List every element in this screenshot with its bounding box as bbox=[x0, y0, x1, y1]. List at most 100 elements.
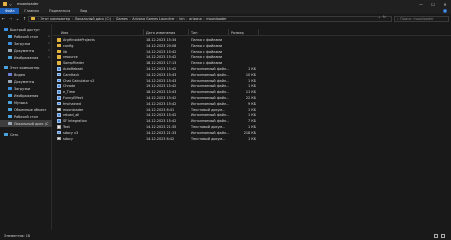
back-button[interactable]: ← bbox=[0, 14, 7, 23]
download-icon bbox=[8, 86, 12, 91]
quick-access-toolbar-chevron-icon[interactable] bbox=[9, 2, 12, 6]
sidebar-item[interactable]: Изображения ✦ bbox=[0, 54, 52, 61]
breadcrumb-moonloader[interactable]: moonloader bbox=[206, 17, 226, 21]
column-size[interactable]: Размер bbox=[231, 31, 244, 35]
address-tools: ⌄ ↻ bbox=[378, 14, 386, 20]
sidebar-item[interactable]: Видео bbox=[0, 71, 52, 78]
file-type: Исполняемый файл... bbox=[191, 72, 230, 77]
file-type: Исполняемый файл... bbox=[191, 101, 230, 106]
breadcrumb-drive-c[interactable]: Локальный диск (C:) bbox=[75, 17, 112, 21]
sidebar-item[interactable]: Рабочий стол bbox=[0, 113, 52, 120]
file-type: Исполняемый файл... bbox=[191, 96, 230, 100]
sidebar-item-label: Изображения bbox=[14, 93, 39, 98]
file-type: Исполняемый файл... bbox=[191, 113, 230, 118]
script-file-icon bbox=[57, 119, 62, 123]
file-size: 1 КБ bbox=[248, 67, 256, 71]
pin-icon: ✦ bbox=[47, 35, 50, 38]
sidebar-item[interactable]: Изображения bbox=[0, 92, 52, 99]
close-button[interactable]: ✕ bbox=[439, 0, 451, 8]
script-file-icon bbox=[57, 113, 62, 117]
forward-button[interactable]: → bbox=[7, 14, 14, 23]
column-divider[interactable] bbox=[258, 29, 259, 35]
column-name[interactable]: Имя bbox=[61, 31, 68, 35]
column-divider[interactable] bbox=[188, 29, 189, 35]
large-icons-view-icon[interactable] bbox=[441, 234, 445, 238]
chevron-right-icon[interactable]: › bbox=[38, 17, 39, 21]
sidebar-item[interactable]: Документы bbox=[0, 78, 52, 85]
column-type[interactable]: Тип bbox=[191, 31, 198, 35]
download-icon bbox=[8, 41, 12, 46]
sidebar-item[interactable]: Быстрый доступ bbox=[0, 26, 52, 33]
details-view-icon[interactable] bbox=[434, 234, 438, 238]
search-input[interactable]: ⌕ Поиск: moonloader bbox=[394, 15, 449, 22]
sidebar-item[interactable]: Этот компьютер bbox=[0, 64, 52, 71]
column-divider[interactable] bbox=[228, 29, 229, 35]
file-name: SF Integration bbox=[63, 119, 87, 124]
dropdown-chevron-icon[interactable]: ⌄ bbox=[378, 15, 381, 19]
title-bar: moonloader — ☐ ✕ bbox=[0, 0, 451, 8]
sidebar-item-label: Рабочий стол bbox=[14, 34, 38, 39]
file-name: sdocy bbox=[63, 136, 73, 141]
file-type: Папка с файлами bbox=[191, 55, 223, 60]
folder-icon bbox=[57, 55, 62, 59]
pin-icon: ✦ bbox=[47, 49, 50, 52]
minimize-button[interactable]: — bbox=[415, 0, 427, 8]
file-date: 14.12.2023 8:41 bbox=[146, 107, 175, 112]
up-button[interactable]: ↑ bbox=[21, 14, 28, 23]
file-size: 1 КБ bbox=[248, 84, 256, 89]
sidebar-item-label: Объемные объект bbox=[14, 107, 47, 112]
search-icon: ⌕ bbox=[397, 16, 399, 21]
sidebar-item-label: Локальный диск (C bbox=[14, 121, 49, 126]
sidebar-item[interactable]: Загрузки bbox=[0, 85, 52, 92]
breadcrumb-this-pc[interactable]: Этот компьютер bbox=[41, 17, 70, 21]
refresh-icon[interactable]: ↻ bbox=[383, 15, 386, 19]
computer-icon bbox=[4, 65, 8, 70]
folder-icon bbox=[57, 61, 62, 65]
maximize-button[interactable]: ☐ bbox=[427, 0, 439, 8]
script-file-icon bbox=[57, 78, 62, 83]
documents-icon bbox=[8, 48, 12, 53]
address-bar[interactable]: › Этот компьютер › Локальный диск (C:) ›… bbox=[28, 15, 392, 22]
chevron-right-icon[interactable]: › bbox=[203, 17, 204, 21]
navigation-pane: Быстрый доступ Рабочий стол ✦ Загрузки ✦ Доку… bbox=[0, 24, 52, 230]
recent-locations-chevron-icon[interactable]: ⌄ bbox=[14, 14, 21, 23]
pin-icon: ✦ bbox=[47, 56, 50, 59]
folder-icon bbox=[57, 49, 62, 54]
file-date: 14.12.2023 15:42 bbox=[146, 113, 177, 118]
help-icon[interactable]: ? bbox=[443, 8, 447, 13]
file-date: 14.12.2023 8:42 bbox=[146, 136, 175, 141]
file-type: Папка с файлами bbox=[191, 38, 223, 42]
file-type: Исполняемый файл... bbox=[191, 119, 230, 124]
file-row[interactable]: sdocy 14.12.2023 8:42 Текстовый докум... 1 … bbox=[53, 136, 451, 142]
breadcrumb-arizona[interactable]: arizona bbox=[189, 17, 202, 21]
sidebar-item[interactable]: Загрузки ✦ bbox=[0, 40, 52, 47]
file-size: 7 КБ bbox=[248, 119, 256, 124]
pin-icon: ✦ bbox=[47, 42, 50, 45]
chevron-right-icon[interactable]: › bbox=[129, 17, 130, 21]
file-name: SampFileder bbox=[63, 61, 84, 66]
chevron-right-icon[interactable]: › bbox=[176, 17, 177, 21]
chevron-right-icon[interactable]: › bbox=[113, 17, 114, 21]
file-date: 14.12.2023 15:42 bbox=[146, 96, 177, 100]
chevron-right-icon[interactable]: › bbox=[72, 17, 73, 21]
file-date: 19.12.2023 15:42 bbox=[146, 84, 177, 89]
sidebar-item[interactable]: Локальный диск (C bbox=[0, 120, 52, 127]
breadcrumb-bin[interactable]: bin bbox=[179, 17, 184, 21]
script-file-icon bbox=[57, 90, 62, 94]
sidebar-item[interactable]: Рабочий стол ✦ bbox=[0, 33, 52, 40]
breadcrumb-games[interactable]: Games bbox=[116, 17, 128, 21]
sidebar-item[interactable]: Документы ✦ bbox=[0, 47, 52, 54]
sidebar-item-label: Сеть bbox=[10, 132, 19, 137]
sidebar-item[interactable]: Сеть bbox=[0, 131, 52, 138]
3d-objects-icon bbox=[8, 107, 12, 112]
sidebar-item[interactable]: Музыка bbox=[0, 99, 52, 106]
sidebar-item[interactable]: Объемные объект bbox=[0, 106, 52, 113]
file-name: reload_all bbox=[63, 113, 80, 118]
script-file-icon bbox=[57, 67, 62, 71]
script-file-icon bbox=[57, 96, 62, 100]
file-name: Chrade bbox=[63, 84, 76, 89]
column-date-modified[interactable]: Дата изменения bbox=[146, 31, 175, 35]
breadcrumb-arizona-games-launcher[interactable]: Arizona Games Launcher bbox=[132, 17, 175, 21]
chevron-right-icon[interactable]: › bbox=[186, 17, 187, 21]
column-divider[interactable] bbox=[143, 29, 144, 35]
